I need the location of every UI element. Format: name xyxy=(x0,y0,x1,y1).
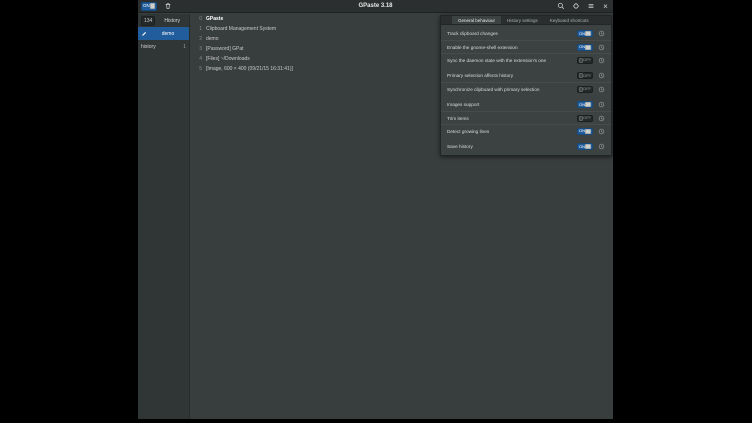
setting-toggle[interactable]: OFF xyxy=(577,57,593,64)
reset-button[interactable] xyxy=(597,56,605,64)
reset-icon xyxy=(598,30,605,37)
edit-history-icon xyxy=(141,31,147,37)
reset-icon xyxy=(598,86,605,93)
settings-button[interactable] xyxy=(571,2,580,11)
menu-button[interactable] xyxy=(586,2,595,11)
history-item-history[interactable]: history 1 xyxy=(138,40,189,53)
setting-label: Track clipboard changes xyxy=(447,31,573,36)
settings-group-clipboard: Track clipboard changes ON Enable the gn… xyxy=(441,27,611,66)
setting-toggle[interactable]: OFF xyxy=(577,115,593,122)
daemon-toggle[interactable]: ON xyxy=(141,2,157,11)
item-text: Clipboard Management System xyxy=(206,26,276,32)
setting-toggle[interactable]: ON xyxy=(577,101,593,108)
setting-row: Detect growing lines ON xyxy=(441,124,611,137)
setting-row: Enable the gnome-shell extension ON xyxy=(441,40,611,53)
item-index: 3 xyxy=(198,46,202,52)
settings-groups: Track clipboard changes ON Enable the gn… xyxy=(441,25,611,155)
headerbar-left: ON xyxy=(141,2,172,11)
histories-title: History xyxy=(158,18,186,24)
item-text: GPaste xyxy=(206,16,223,22)
search-button[interactable] xyxy=(556,2,565,11)
reset-button[interactable] xyxy=(597,127,605,135)
setting-row: Images support ON xyxy=(441,98,611,111)
setting-row: Track clipboard changes ON xyxy=(441,27,611,40)
desktop: ON GPaste 3.18 xyxy=(0,0,752,423)
item-count-badge: 134 xyxy=(141,16,155,26)
setting-toggle[interactable]: ON xyxy=(577,44,593,51)
history-sidebar: 134 History demo history 1 xyxy=(138,14,190,419)
item-text: [Image, 600 × 400 (09/21/15 16:31:41)] xyxy=(206,66,293,72)
reset-icon xyxy=(598,115,605,122)
item-index: 2 xyxy=(198,36,202,42)
gear-icon xyxy=(572,2,580,10)
close-button[interactable]: × xyxy=(601,2,610,11)
tab-history-settings[interactable]: History settings xyxy=(501,16,544,24)
reset-button[interactable] xyxy=(597,101,605,109)
settings-tabs: General behaviour History settings Keybo… xyxy=(441,16,611,25)
item-index: 0 xyxy=(198,16,202,22)
setting-toggle[interactable]: ON xyxy=(577,143,593,150)
setting-toggle[interactable]: OFF xyxy=(577,86,593,93)
setting-label: Sync the daemon state with the extension… xyxy=(447,58,573,63)
setting-row: Primary selection affects history OFF xyxy=(441,69,611,82)
settings-group-content: Images support ON Trim items OFF xyxy=(441,98,611,137)
setting-label: Enable the gnome-shell extension xyxy=(447,45,573,50)
setting-row: Save history ON xyxy=(441,140,611,153)
reset-icon xyxy=(598,44,605,51)
reset-icon xyxy=(598,57,605,64)
setting-toggle[interactable]: OFF xyxy=(577,72,593,79)
empty-history-button[interactable] xyxy=(163,2,172,11)
history-item-count: 1 xyxy=(183,44,186,50)
gpaste-window: ON GPaste 3.18 xyxy=(138,0,613,419)
history-name: demo xyxy=(150,31,186,37)
close-icon: × xyxy=(603,2,608,11)
window-title: GPaste 3.18 xyxy=(138,3,613,9)
reset-icon xyxy=(598,128,605,135)
tab-general-behaviour[interactable]: General behaviour xyxy=(452,16,501,24)
history-header-row: 134 History xyxy=(138,14,189,27)
search-icon xyxy=(557,2,565,10)
settings-group-saving: Save history ON xyxy=(441,140,611,153)
setting-row: Sync the daemon state with the extension… xyxy=(441,53,611,66)
daemon-toggle-label: ON xyxy=(143,4,150,9)
item-index: 5 xyxy=(198,66,202,72)
item-text: demo xyxy=(206,36,219,42)
setting-label: Save history xyxy=(447,144,573,149)
reset-icon xyxy=(598,143,605,150)
reset-icon xyxy=(598,101,605,108)
reset-button[interactable] xyxy=(597,43,605,51)
item-text: [Password] GPat xyxy=(206,46,244,52)
setting-label: Trim items xyxy=(447,116,573,121)
setting-label: Synchronize clipboard with primary selec… xyxy=(447,87,573,92)
setting-toggle[interactable]: ON xyxy=(577,128,593,135)
setting-toggle[interactable]: ON xyxy=(577,30,593,37)
reset-button[interactable] xyxy=(597,72,605,80)
item-index: 4 xyxy=(198,56,202,62)
setting-row: Trim items OFF xyxy=(441,111,611,124)
history-name: history xyxy=(141,44,156,50)
reset-button[interactable] xyxy=(597,30,605,38)
setting-row: Synchronize clipboard with primary selec… xyxy=(441,82,611,95)
setting-label: Detect growing lines xyxy=(447,129,573,134)
settings-panel: General behaviour History settings Keybo… xyxy=(440,15,612,156)
tab-keyboard-shortcuts[interactable]: Keyboard shortcuts xyxy=(544,16,595,24)
settings-group-primary: Primary selection affects history OFF Sy… xyxy=(441,69,611,95)
item-text: [Files] ~/Downloads xyxy=(206,56,250,62)
menu-icon xyxy=(587,2,595,10)
trash-icon xyxy=(164,2,172,10)
setting-label: Primary selection affects history xyxy=(447,73,573,78)
reset-button[interactable] xyxy=(597,85,605,93)
history-item-demo[interactable]: demo xyxy=(138,27,189,40)
reset-button[interactable] xyxy=(597,114,605,122)
headerbar-right: × xyxy=(556,2,610,11)
daemon-toggle-handle xyxy=(150,3,155,9)
setting-label: Images support xyxy=(447,102,573,107)
item-index: 1 xyxy=(198,26,202,32)
headerbar: ON GPaste 3.18 xyxy=(138,0,613,13)
reset-icon xyxy=(598,72,605,79)
reset-button[interactable] xyxy=(597,143,605,151)
